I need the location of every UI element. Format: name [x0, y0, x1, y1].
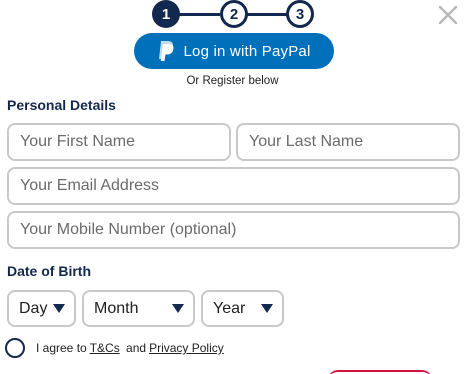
- privacy-policy-link[interactable]: Privacy Policy: [149, 341, 224, 355]
- mobile-field[interactable]: [7, 211, 460, 249]
- paypal-login-button[interactable]: Log in with PayPal: [134, 33, 334, 69]
- dob-year-select[interactable]: Year: [201, 290, 284, 327]
- dob-day-value: Day: [19, 299, 48, 317]
- terms-prefix: I agree to: [36, 341, 87, 355]
- progress-stepper: 1 2 3: [150, 0, 320, 30]
- terms-checkbox[interactable]: [5, 338, 25, 358]
- paypal-logo-icon: [159, 41, 174, 61]
- dob-month-value: Month: [94, 299, 139, 317]
- terms-text: I agree to T&Cs and Privacy Policy: [36, 341, 227, 355]
- step-3: 3: [286, 0, 314, 28]
- terms-agreement: I agree to T&Cs and Privacy Policy: [5, 338, 227, 358]
- step-2: 2: [220, 0, 248, 28]
- terms-and: and: [126, 341, 147, 355]
- dob-day-select[interactable]: Day: [7, 290, 76, 327]
- chevron-down-icon: [53, 304, 65, 313]
- dob-year-value: Year: [213, 299, 246, 317]
- close-icon[interactable]: [437, 4, 459, 26]
- first-name-field[interactable]: [7, 123, 231, 161]
- submit-button[interactable]: [328, 370, 432, 374]
- date-of-birth-heading: Date of Birth: [7, 263, 91, 279]
- register-note: Or Register below: [186, 75, 279, 87]
- step-1: 1: [152, 0, 180, 28]
- chevron-down-icon: [172, 304, 184, 313]
- email-field[interactable]: [7, 167, 460, 205]
- chevron-down-icon: [261, 304, 273, 313]
- personal-details-heading: Personal Details: [7, 97, 116, 113]
- paypal-button-label: Log in with PayPal: [183, 42, 311, 60]
- step-connector: [246, 13, 288, 16]
- last-name-field[interactable]: [236, 123, 460, 161]
- dob-month-select[interactable]: Month: [82, 290, 195, 327]
- terms-link[interactable]: T&Cs: [90, 341, 120, 355]
- step-connector: [176, 13, 220, 16]
